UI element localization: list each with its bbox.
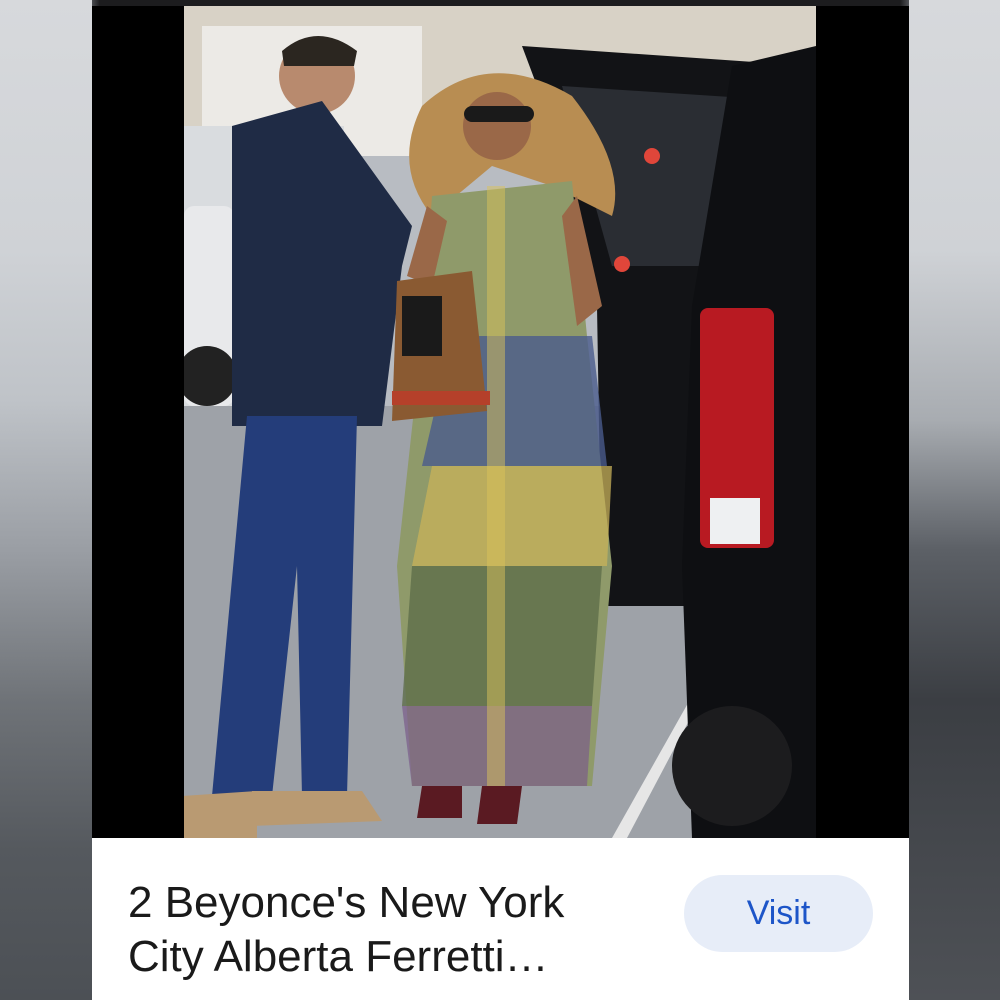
result-photo[interactable]	[92, 6, 909, 838]
image-viewer: 2 Beyonce's New York City Alberta Ferret…	[0, 0, 1000, 1000]
visit-button[interactable]: Visit	[684, 875, 873, 952]
blurred-backdrop-left	[0, 0, 92, 1000]
blurred-backdrop-right	[909, 0, 1000, 1000]
street-photo-illustration	[92, 6, 909, 838]
result-title[interactable]: 2 Beyonce's New York City Alberta Ferret…	[128, 876, 668, 984]
result-title-line-1: 2 Beyonce's New York	[128, 878, 565, 927]
image-result-card: 2 Beyonce's New York City Alberta Ferret…	[92, 6, 909, 1000]
result-title-line-2: City Alberta Ferretti…	[128, 932, 549, 981]
